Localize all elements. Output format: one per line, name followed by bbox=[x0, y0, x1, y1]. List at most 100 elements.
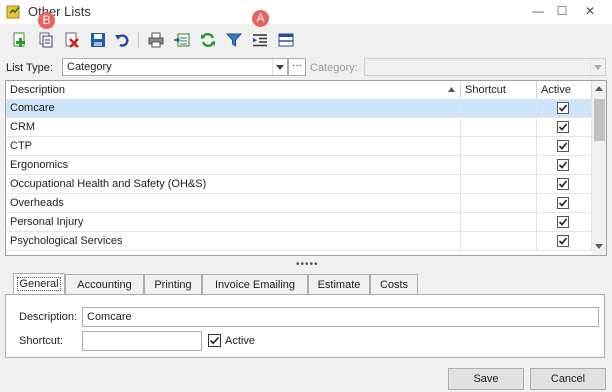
cell-shortcut[interactable] bbox=[461, 156, 537, 174]
window-title: Other Lists bbox=[28, 4, 91, 19]
description-value: Comcare bbox=[87, 311, 132, 323]
tab-accounting[interactable]: Accounting bbox=[65, 274, 144, 294]
toolbar bbox=[0, 28, 612, 54]
cell-active-checkbox[interactable] bbox=[537, 175, 592, 193]
grid-scrollbar[interactable] bbox=[592, 81, 606, 255]
cell-shortcut[interactable] bbox=[461, 175, 537, 193]
cell-shortcut[interactable] bbox=[461, 213, 537, 231]
column-header-shortcut-label: Shortcut bbox=[465, 84, 506, 96]
tab-costs[interactable]: Costs bbox=[370, 274, 418, 294]
add-icon[interactable] bbox=[10, 30, 30, 50]
table-row[interactable]: Personal Injury bbox=[6, 213, 592, 232]
layout-icon[interactable] bbox=[276, 30, 296, 50]
tab-invoice-emailing[interactable]: Invoice Emailing bbox=[202, 274, 308, 294]
checkmark-icon bbox=[557, 178, 569, 190]
table-row[interactable]: CRM bbox=[6, 118, 592, 137]
list-grid: Description Shortcut Active Comcare CRM CT… bbox=[5, 80, 607, 256]
checkmark-icon bbox=[209, 336, 220, 345]
checkmark-icon bbox=[557, 235, 569, 247]
cell-description[interactable]: Ergonomics bbox=[6, 156, 461, 174]
tab-printing-label: Printing bbox=[154, 279, 192, 291]
tab-accounting-label: Accounting bbox=[77, 279, 132, 291]
table-row[interactable]: Psychological Services bbox=[6, 232, 592, 251]
cell-active-checkbox[interactable] bbox=[537, 213, 592, 231]
list-type-label: List Type: bbox=[6, 62, 53, 74]
table-row[interactable]: Occupational Health and Safety (OH&S) bbox=[6, 175, 592, 194]
cell-description[interactable]: Overheads bbox=[6, 194, 461, 212]
print-icon[interactable] bbox=[146, 30, 166, 50]
tab-general-label: General bbox=[17, 277, 61, 291]
export-icon[interactable] bbox=[172, 30, 192, 50]
title-bar: Other Lists — ☐ ✕ bbox=[0, 0, 612, 24]
cell-active-checkbox[interactable] bbox=[537, 137, 592, 155]
column-header-description[interactable]: Description bbox=[6, 81, 461, 99]
checkmark-icon bbox=[557, 216, 569, 228]
cell-shortcut[interactable] bbox=[461, 118, 537, 136]
chevron-down-icon[interactable] bbox=[590, 59, 605, 75]
list-type-value: Category bbox=[67, 61, 112, 73]
cell-shortcut[interactable] bbox=[461, 137, 537, 155]
shortcut-field[interactable] bbox=[82, 331, 202, 351]
list-type-more-button[interactable]: ··· bbox=[288, 58, 306, 76]
description-label: Description: bbox=[19, 311, 78, 323]
scroll-up-icon[interactable] bbox=[595, 86, 603, 91]
table-row[interactable]: Ergonomics bbox=[6, 156, 592, 175]
shortcut-label: Shortcut: bbox=[19, 335, 64, 347]
scrollbar-thumb[interactable] bbox=[594, 99, 605, 141]
app-icon bbox=[6, 5, 20, 19]
delete-icon[interactable] bbox=[62, 30, 82, 50]
table-row[interactable]: Overheads bbox=[6, 194, 592, 213]
cell-description[interactable]: Personal Injury bbox=[6, 213, 461, 231]
checkmark-icon bbox=[557, 140, 569, 152]
description-field[interactable]: Comcare bbox=[82, 307, 599, 327]
cell-description[interactable]: CTP bbox=[6, 137, 461, 155]
active-label: Active bbox=[225, 335, 255, 347]
column-header-active[interactable]: Active bbox=[537, 81, 592, 99]
cell-description[interactable]: Psychological Services bbox=[6, 232, 461, 250]
undo-icon[interactable] bbox=[112, 30, 132, 50]
cell-active-checkbox[interactable] bbox=[537, 232, 592, 250]
checkmark-icon bbox=[557, 197, 569, 209]
cell-description[interactable]: CRM bbox=[6, 118, 461, 136]
save-icon[interactable] bbox=[88, 30, 108, 50]
detail-tab-panel: General Accounting Printing Invoice Emai… bbox=[5, 268, 607, 360]
minimize-button[interactable]: — bbox=[528, 2, 548, 20]
indent-icon[interactable] bbox=[250, 30, 270, 50]
sort-ascending-icon bbox=[448, 87, 455, 92]
category-select[interactable] bbox=[364, 58, 606, 76]
grid-header: Description Shortcut Active bbox=[6, 81, 592, 100]
column-header-description-label: Description bbox=[10, 84, 66, 96]
checkmark-icon bbox=[557, 159, 569, 171]
maximize-button[interactable]: ☐ bbox=[552, 2, 572, 20]
active-checkbox[interactable] bbox=[208, 334, 221, 347]
save-button[interactable]: Save bbox=[448, 368, 524, 390]
filter-icon[interactable] bbox=[224, 30, 244, 50]
cell-shortcut[interactable] bbox=[461, 99, 537, 117]
annotation-marker-a: A bbox=[252, 10, 269, 27]
cell-description[interactable]: Occupational Health and Safety (OH&S) bbox=[6, 175, 461, 193]
checkmark-icon bbox=[557, 121, 569, 133]
tab-general[interactable]: General bbox=[13, 273, 65, 295]
cell-active-checkbox[interactable] bbox=[537, 99, 592, 117]
refresh-icon[interactable] bbox=[198, 30, 218, 50]
category-label: Category: bbox=[310, 62, 358, 74]
cancel-button[interactable]: Cancel bbox=[530, 368, 606, 390]
cell-active-checkbox[interactable] bbox=[537, 156, 592, 174]
tab-printing[interactable]: Printing bbox=[144, 274, 202, 294]
cell-shortcut[interactable] bbox=[461, 232, 537, 250]
scroll-down-icon[interactable] bbox=[595, 244, 603, 249]
cell-description[interactable]: Comcare bbox=[6, 99, 461, 117]
cell-active-checkbox[interactable] bbox=[537, 194, 592, 212]
table-row[interactable]: Comcare bbox=[6, 99, 592, 118]
cell-shortcut[interactable] bbox=[461, 194, 537, 212]
copy-icon[interactable] bbox=[36, 30, 56, 50]
tab-costs-label: Costs bbox=[379, 279, 409, 291]
column-header-shortcut[interactable]: Shortcut bbox=[461, 81, 537, 99]
checkmark-icon bbox=[557, 102, 569, 114]
table-row[interactable]: CTP bbox=[6, 137, 592, 156]
cell-active-checkbox[interactable] bbox=[537, 118, 592, 136]
tab-estimate[interactable]: Estimate bbox=[308, 274, 370, 294]
close-button[interactable]: ✕ bbox=[580, 2, 600, 20]
list-type-select[interactable]: Category bbox=[62, 58, 288, 76]
chevron-down-icon[interactable] bbox=[272, 59, 287, 75]
